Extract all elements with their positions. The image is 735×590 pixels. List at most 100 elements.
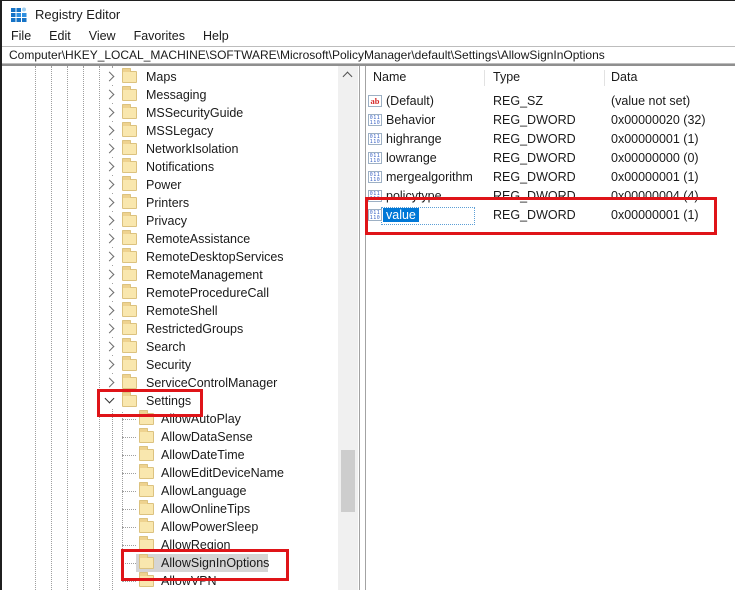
chevron-right-icon [105, 378, 115, 388]
value-row-default[interactable]: ab(Default)REG_SZ(value not set) [366, 92, 735, 111]
expand-toggle[interactable] [102, 231, 118, 247]
menu-help[interactable]: Help [194, 28, 238, 43]
tree-item-label: AllowDateTime [158, 446, 248, 464]
tree-item-label: AllowEditDeviceName [158, 464, 287, 482]
tree-item-privacy[interactable]: Privacy [2, 212, 337, 230]
value-data: 0x00000001 (1) [611, 130, 699, 149]
expand-toggle[interactable] [102, 69, 118, 85]
expand-toggle[interactable] [102, 159, 118, 175]
tree-item-remoteshell[interactable]: RemoteShell [2, 302, 337, 320]
menu-favorites[interactable]: Favorites [125, 28, 194, 43]
expand-toggle[interactable] [102, 285, 118, 301]
folder-icon [122, 71, 137, 83]
menu-view[interactable]: View [80, 28, 125, 43]
expand-toggle[interactable] [102, 303, 118, 319]
tree-connector [122, 581, 136, 582]
tree-item-restrictedgroups[interactable]: RestrictedGroups [2, 320, 337, 338]
tree-connector [122, 491, 136, 492]
value-row-highrange[interactable]: 011110highrangeREG_DWORD0x00000001 (1) [366, 130, 735, 149]
tree-item-remoteprocedurecall[interactable]: RemoteProcedureCall [2, 284, 337, 302]
chevron-right-icon [105, 198, 115, 208]
tree-item-remotemanagement[interactable]: RemoteManagement [2, 266, 337, 284]
tree-item-label: Search [143, 338, 189, 356]
folder-icon [122, 233, 137, 245]
value-row-lowrange[interactable]: 011110lowrangeREG_DWORD0x00000000 (0) [366, 149, 735, 168]
tree-item-maps[interactable]: Maps [2, 68, 337, 86]
reg-dword-icon: 011110 [368, 171, 382, 183]
value-name: Behavior [383, 111, 438, 130]
tree-item-networkisolation[interactable]: NetworkIsolation [2, 140, 337, 158]
tree-item-allowlanguage[interactable]: AllowLanguage [2, 482, 337, 500]
expand-toggle[interactable] [102, 123, 118, 139]
tree-item-label: Privacy [143, 212, 190, 230]
address-bar[interactable]: Computer\HKEY_LOCAL_MACHINE\SOFTWARE\Mic… [2, 46, 735, 64]
value-row-mergealgorithm[interactable]: 011110mergealgorithmREG_DWORD0x00000001 … [366, 168, 735, 187]
expand-toggle[interactable] [102, 267, 118, 283]
tree-item-allowpowersleep[interactable]: AllowPowerSleep [2, 518, 337, 536]
value-data: 0x00000001 (1) [611, 168, 699, 187]
scroll-up-button[interactable] [338, 66, 358, 83]
tree-item-mssecurityguide[interactable]: MSSecurityGuide [2, 104, 337, 122]
reg-sz-icon: ab [368, 95, 382, 107]
expand-toggle[interactable] [102, 141, 118, 157]
folder-icon [122, 305, 137, 317]
menu-file[interactable]: File [2, 28, 40, 43]
folder-icon [122, 179, 137, 191]
reg-dword-icon: 011110 [368, 152, 382, 164]
tree-connector [122, 527, 136, 528]
expand-toggle[interactable] [102, 357, 118, 373]
tree-item-remoteassistance[interactable]: RemoteAssistance [2, 230, 337, 248]
value-data: (value not set) [611, 92, 690, 111]
column-separator[interactable] [484, 70, 485, 86]
folder-icon [139, 467, 154, 479]
tree-item-alloweditdevicename[interactable]: AllowEditDeviceName [2, 464, 337, 482]
column-header-data[interactable]: Data [611, 70, 637, 84]
tree-item-label: Messaging [143, 86, 209, 104]
title-bar: Registry Editor [2, 1, 735, 28]
tree-item-printers[interactable]: Printers [2, 194, 337, 212]
expand-toggle[interactable] [102, 339, 118, 355]
expand-toggle[interactable] [102, 87, 118, 103]
tree-item-security[interactable]: Security [2, 356, 337, 374]
tree-item-remotedesktopservices[interactable]: RemoteDesktopServices [2, 248, 337, 266]
tree-item-search[interactable]: Search [2, 338, 337, 356]
tree-item-msslegacy[interactable]: MSSLegacy [2, 122, 337, 140]
tree-item-label: MSSLegacy [143, 122, 216, 140]
tree-item-power[interactable]: Power [2, 176, 337, 194]
expand-toggle[interactable] [102, 177, 118, 193]
tree-item-allowdatetime[interactable]: AllowDateTime [2, 446, 337, 464]
column-separator[interactable] [604, 70, 605, 86]
tree-item-allowonlinetips[interactable]: AllowOnlineTips [2, 500, 337, 518]
scrollbar-thumb[interactable] [341, 450, 355, 512]
expand-toggle[interactable] [102, 249, 118, 265]
tree-item-label: Power [143, 176, 184, 194]
pane-splitter[interactable] [359, 66, 360, 590]
expand-toggle[interactable] [102, 321, 118, 337]
column-header-name[interactable]: Name [373, 70, 406, 84]
expand-toggle[interactable] [102, 105, 118, 121]
tree-item-messaging[interactable]: Messaging [2, 86, 337, 104]
column-header-type[interactable]: Type [493, 70, 520, 84]
annotation-box-value-row [365, 197, 717, 235]
list-header: Name Type Data [366, 66, 735, 90]
folder-icon [139, 449, 154, 461]
tree-connector [122, 437, 136, 438]
value-row-behavior[interactable]: 011110BehaviorREG_DWORD0x00000020 (32) [366, 111, 735, 130]
folder-icon [122, 341, 137, 353]
expand-toggle[interactable] [102, 213, 118, 229]
chevron-right-icon [105, 342, 115, 352]
tree-item-allowdatasense[interactable]: AllowDataSense [2, 428, 337, 446]
menu-edit[interactable]: Edit [40, 28, 80, 43]
tree-item-label: Notifications [143, 158, 217, 176]
tree-item-label: RemoteProcedureCall [143, 284, 272, 302]
folder-icon [122, 287, 137, 299]
value-name: (Default) [383, 92, 437, 111]
tree-item-notifications[interactable]: Notifications [2, 158, 337, 176]
menu-bar: FileEditViewFavoritesHelp [2, 28, 735, 46]
value-type: REG_DWORD [493, 168, 576, 187]
tree-scrollbar[interactable] [338, 66, 358, 590]
tree-item-label: AllowLanguage [158, 482, 250, 500]
expand-toggle[interactable] [102, 195, 118, 211]
tree-connector [122, 473, 136, 474]
tree-item-label: RemoteDesktopServices [143, 248, 287, 266]
